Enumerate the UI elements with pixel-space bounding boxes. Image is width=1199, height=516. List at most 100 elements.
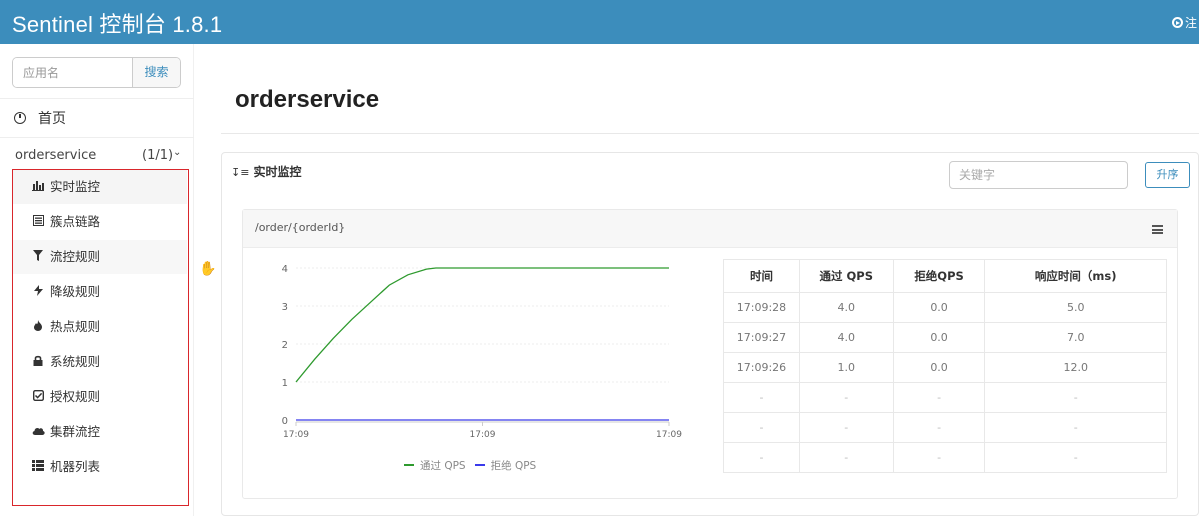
table-cell: -	[798, 382, 894, 413]
table-row: 17:09:26 1.0 0.0 12.0	[723, 352, 1167, 383]
y-tick-label: 2	[282, 340, 288, 351]
home-label: 首页	[38, 111, 66, 127]
sort-amount-icon: ↧≡	[231, 166, 250, 179]
table-row: 17:09:27 4.0 0.0 7.0	[723, 322, 1167, 353]
bar-chart-icon	[31, 170, 45, 204]
sidebar-item-realtime-monitor[interactable]: 实时监控	[13, 170, 187, 204]
sidebar-item-cluster-point-link[interactable]: 簇点链路	[13, 205, 187, 239]
panel-title-label: 实时监控	[253, 165, 302, 179]
app-search-input[interactable]	[13, 58, 133, 87]
table-cell: 4.0	[798, 322, 894, 353]
app-name: orderservice	[15, 148, 97, 163]
table-cell: 4.0	[798, 292, 894, 323]
legend-swatch-block	[474, 464, 485, 466]
resource-name: /order/{orderId}	[255, 221, 346, 234]
table-cell: 17:09:26	[723, 352, 800, 383]
legend-pass-label: 通过 QPS	[420, 460, 466, 472]
y-tick-label: 3	[282, 302, 288, 313]
menu-label: 流控规则	[50, 249, 101, 264]
menu-label: 系统规则	[50, 354, 101, 369]
logout-label: 注	[1184, 16, 1197, 30]
menu-label: 热点规则	[50, 319, 101, 334]
table-cell: 0.0	[892, 292, 986, 323]
sidebar-item-flow-rules[interactable]: 流控规则	[13, 240, 187, 274]
page-title: orderservice	[235, 86, 380, 113]
table-cell: 0.0	[892, 322, 986, 353]
lock-icon	[31, 345, 45, 379]
table-header-cell: 拒绝QPS	[892, 259, 986, 293]
logout-link[interactable]: 注	[1171, 14, 1197, 31]
table-cell: 7.0	[984, 322, 1167, 353]
x-tick-label: 17:09	[470, 430, 496, 440]
th-list-icon	[31, 450, 45, 484]
table-header-cell: 时间	[723, 259, 800, 293]
sidebar: 搜索 首页 orderservice (1/1) ⌄ 实时监控 簇点链路 流控规…	[0, 44, 194, 516]
table-cell: -	[723, 382, 800, 413]
menu-label: 机器列表	[50, 459, 101, 474]
flash-icon	[31, 275, 45, 309]
sidebar-item-degrade-rules[interactable]: 降级规则	[13, 275, 187, 309]
sidebar-item-machine-list[interactable]: 机器列表	[13, 450, 187, 484]
search-button[interactable]: 搜索	[132, 58, 180, 87]
x-tick-label: 17:09	[283, 430, 309, 440]
cloud-icon	[31, 415, 45, 449]
menu-label: 簇点链路	[50, 214, 101, 229]
menu-label: 实时监控	[50, 179, 101, 194]
table-cell: -	[984, 412, 1167, 443]
y-tick-label: 1	[282, 378, 288, 389]
sidebar-item-authority-rules[interactable]: 授权规则	[13, 380, 187, 414]
sidebar-item-system-rules[interactable]: 系统规则	[13, 345, 187, 379]
table-header-cell: 响应时间（ms)	[984, 259, 1167, 293]
chevron-down-icon: ⌄	[173, 147, 182, 158]
table-cell: -	[984, 382, 1167, 413]
table-header-row: 时间 通过 QPS 拒绝QPS 响应时间（ms)	[723, 259, 1167, 293]
table-cell: 1.0	[798, 352, 894, 383]
table-row: ----	[723, 382, 1167, 413]
table-cell: 17:09:28	[723, 292, 800, 323]
sidebar-item-hotspot-rules[interactable]: 热点规则	[13, 310, 187, 344]
table-cell: -	[723, 412, 800, 443]
table-cell: 0.0	[892, 352, 986, 383]
menu-label: 集群流控	[50, 424, 101, 439]
qps-line-chart: 0 1 2 3 4 17:09 17:09 17:09	[282, 264, 683, 440]
table-cell: 17:09:27	[723, 322, 800, 353]
table-cell: -	[892, 442, 986, 473]
app-machine-count: (1/1)	[142, 148, 174, 163]
pass-qps-line	[295, 267, 669, 383]
app-brand[interactable]: Sentinel 控制台 1.8.1	[12, 7, 222, 39]
panel-title: ↧≡ 实时监控	[231, 163, 301, 180]
table-cell: 5.0	[984, 292, 1167, 323]
app-group-header[interactable]: orderservice (1/1) ⌄	[0, 145, 194, 167]
sign-out-icon	[1171, 17, 1183, 28]
app-menu: 实时监控 簇点链路 流控规则 降级规则 热点规则 系统规则 授权规则 集群流控 …	[12, 169, 189, 506]
chart-legend: 通过 QPS 拒绝 QPS	[404, 458, 536, 473]
resource-card-header: /order/{orderId}	[243, 210, 1177, 248]
top-header: Sentinel 控制台 1.8.1 注	[0, 0, 1199, 44]
table-row: ----	[723, 412, 1167, 443]
y-tick-label: 4	[282, 264, 288, 275]
list-alt-icon	[31, 205, 45, 239]
table-row: ----	[723, 442, 1167, 473]
menu-label: 降级规则	[50, 284, 101, 299]
sidebar-item-home[interactable]: 首页	[0, 98, 194, 138]
check-icon	[31, 380, 45, 414]
menu-icon[interactable]	[1152, 225, 1163, 234]
table-cell: -	[892, 412, 986, 443]
filter-icon	[31, 240, 45, 274]
table-cell: -	[723, 442, 800, 473]
table-cell: 12.0	[984, 352, 1167, 383]
table-cell: -	[892, 382, 986, 413]
keyword-search-input[interactable]	[949, 161, 1128, 189]
app-search: 搜索	[12, 57, 181, 88]
title-divider	[221, 133, 1199, 134]
qps-stats-table: 时间 通过 QPS 拒绝QPS 响应时间（ms) 17:09:28 4.0 0.0 5.0 1…	[723, 259, 1167, 473]
sort-ascending-button[interactable]: 升序	[1145, 162, 1190, 188]
table-header-cell: 通过 QPS	[798, 259, 894, 293]
sidebar-item-cluster-flow[interactable]: 集群流控	[13, 415, 187, 449]
table-cell: -	[984, 442, 1167, 473]
pointer-cursor-icon: ✋	[199, 261, 217, 277]
menu-label: 授权规则	[50, 389, 101, 404]
x-tick-label: 17:09	[656, 430, 682, 440]
table-row: 17:09:28 4.0 0.0 5.0	[723, 292, 1167, 323]
legend-block-label: 拒绝 QPS	[490, 460, 537, 472]
